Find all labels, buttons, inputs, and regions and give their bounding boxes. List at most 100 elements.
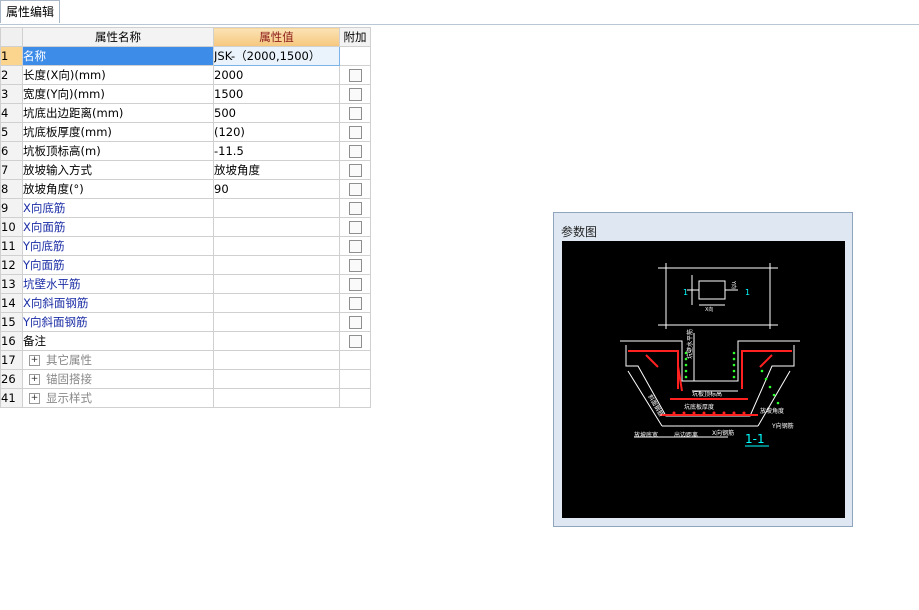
property-name[interactable]: X向面筋 [22,217,214,237]
extra-cell[interactable] [339,255,371,275]
extra-cell[interactable] [339,122,371,142]
property-name[interactable]: 放坡输入方式 [22,160,214,180]
table-row[interactable]: 16 备注 [0,331,371,351]
expand-icon[interactable]: + [29,374,40,385]
extra-checkbox[interactable] [348,107,362,120]
extra-checkbox[interactable] [348,297,362,310]
property-value[interactable] [213,198,340,218]
table-row[interactable]: 4 坑底出边距离(mm) 500 [0,103,371,123]
property-value[interactable] [213,274,340,294]
group-row[interactable]: 17 + 其它属性 [0,350,371,370]
label-x-steel: X向钢筋 [712,429,734,437]
extra-checkbox[interactable] [348,316,362,329]
group-value [213,369,340,389]
table-row[interactable]: 2 长度(X向)(mm) 2000 [0,65,371,85]
extra-cell[interactable] [339,236,371,256]
property-name[interactable]: Y向斜面钢筋 [22,312,214,332]
table-row[interactable]: 13 坑壁水平筋 [0,274,371,294]
table-row[interactable]: 7 放坡输入方式 放坡角度 [0,160,371,180]
property-value[interactable] [213,255,340,275]
header-extra[interactable]: 附加 [339,27,371,47]
label-slope-top: 坑板顶标高 [692,390,722,398]
property-value[interactable]: -11.5 [213,141,340,161]
property-name[interactable]: 长度(X向)(mm) [22,65,214,85]
extra-cell[interactable] [339,65,371,85]
extra-cell[interactable] [339,312,371,332]
extra-checkbox[interactable] [348,202,362,215]
table-row[interactable]: 6 坑板顶标高(m) -11.5 [0,141,371,161]
table-row[interactable]: 14 X向斜面钢筋 [0,293,371,313]
extra-cell [339,46,371,66]
property-name[interactable]: 坑底板厚度(mm) [22,122,214,142]
property-name[interactable]: Y向面筋 [22,255,214,275]
property-name[interactable]: 放坡角度(°) [22,179,214,199]
extra-checkbox[interactable] [348,126,362,139]
extra-checkbox[interactable] [348,183,362,196]
extra-cell[interactable] [339,160,371,180]
property-name[interactable]: 坑底出边距离(mm) [22,103,214,123]
extra-checkbox[interactable] [348,145,362,158]
header-property-name[interactable]: 属性名称 [22,27,214,47]
extra-checkbox[interactable] [348,259,362,272]
label-y-steel: Y向钢筋 [771,422,794,430]
table-row[interactable]: 11 Y向底筋 [0,236,371,256]
extra-checkbox[interactable] [348,278,362,291]
property-name[interactable]: X向斜面钢筋 [22,293,214,313]
property-name[interactable]: 名称 [22,46,214,66]
extra-cell[interactable] [339,293,371,313]
extra-cell[interactable] [339,141,371,161]
property-value[interactable]: JSK-（2000,1500） [213,46,340,66]
extra-cell[interactable] [339,179,371,199]
group-name[interactable]: + 其它属性 [22,350,214,370]
property-name[interactable]: 宽度(Y向)(mm) [22,84,214,104]
table-row[interactable]: 15 Y向斜面钢筋 [0,312,371,332]
extra-checkbox[interactable] [348,221,362,234]
table-row[interactable]: 12 Y向面筋 [0,255,371,275]
table-row[interactable]: 9 X向底筋 [0,198,371,218]
property-value[interactable]: 2000 [213,65,340,85]
extra-checkbox[interactable] [348,164,362,177]
extra-cell[interactable] [339,103,371,123]
row-number: 17 [0,350,23,370]
expand-icon[interactable]: + [29,393,40,404]
property-value[interactable] [213,331,340,351]
property-name[interactable]: Y向底筋 [22,236,214,256]
group-name[interactable]: + 显示样式 [22,388,214,408]
extra-cell[interactable] [339,331,371,351]
property-value[interactable] [213,217,340,237]
row-number: 13 [0,274,23,294]
property-value[interactable] [213,312,340,332]
property-value[interactable] [213,293,340,313]
extra-checkbox[interactable] [348,240,362,253]
property-value[interactable]: 90 [213,179,340,199]
property-value[interactable]: 放坡角度 [213,160,340,180]
table-row[interactable]: 5 坑底板厚度(mm) (120) [0,122,371,142]
table-row[interactable]: 8 放坡角度(°) 90 [0,179,371,199]
table-row[interactable]: 1 名称 JSK-（2000,1500） [0,46,371,66]
property-value[interactable]: 1500 [213,84,340,104]
property-name[interactable]: 备注 [22,331,214,351]
extra-checkbox[interactable] [348,69,362,82]
extra-cell[interactable] [339,274,371,294]
tab-property-editor[interactable]: 属性编辑 [0,0,60,23]
expand-icon[interactable]: + [29,355,40,366]
parameter-drawing: 1 1 X向 Y向 坑壁水平筋 坑板顶标高 斜面钢筋 坑底板厚度 放坡角度 Y向… [562,241,845,518]
property-name[interactable]: 坑壁水平筋 [22,274,214,294]
table-row[interactable]: 3 宽度(Y向)(mm) 1500 [0,84,371,104]
property-name[interactable]: X向底筋 [22,198,214,218]
extra-cell[interactable] [339,217,371,237]
extra-cell[interactable] [339,84,371,104]
extra-cell[interactable] [339,198,371,218]
property-value[interactable] [213,236,340,256]
group-name[interactable]: + 锚固搭接 [22,369,214,389]
extra-checkbox[interactable] [348,335,362,348]
group-row[interactable]: 26 + 锚固搭接 [0,369,371,389]
property-name[interactable]: 坑板顶标高(m) [22,141,214,161]
group-row[interactable]: 41 + 显示样式 [0,388,371,408]
extra-checkbox[interactable] [348,88,362,101]
grid-corner [0,27,23,47]
table-row[interactable]: 10 X向面筋 [0,217,371,237]
property-value[interactable]: 500 [213,103,340,123]
header-property-value[interactable]: 属性值 [213,27,340,47]
property-value[interactable]: (120) [213,122,340,142]
